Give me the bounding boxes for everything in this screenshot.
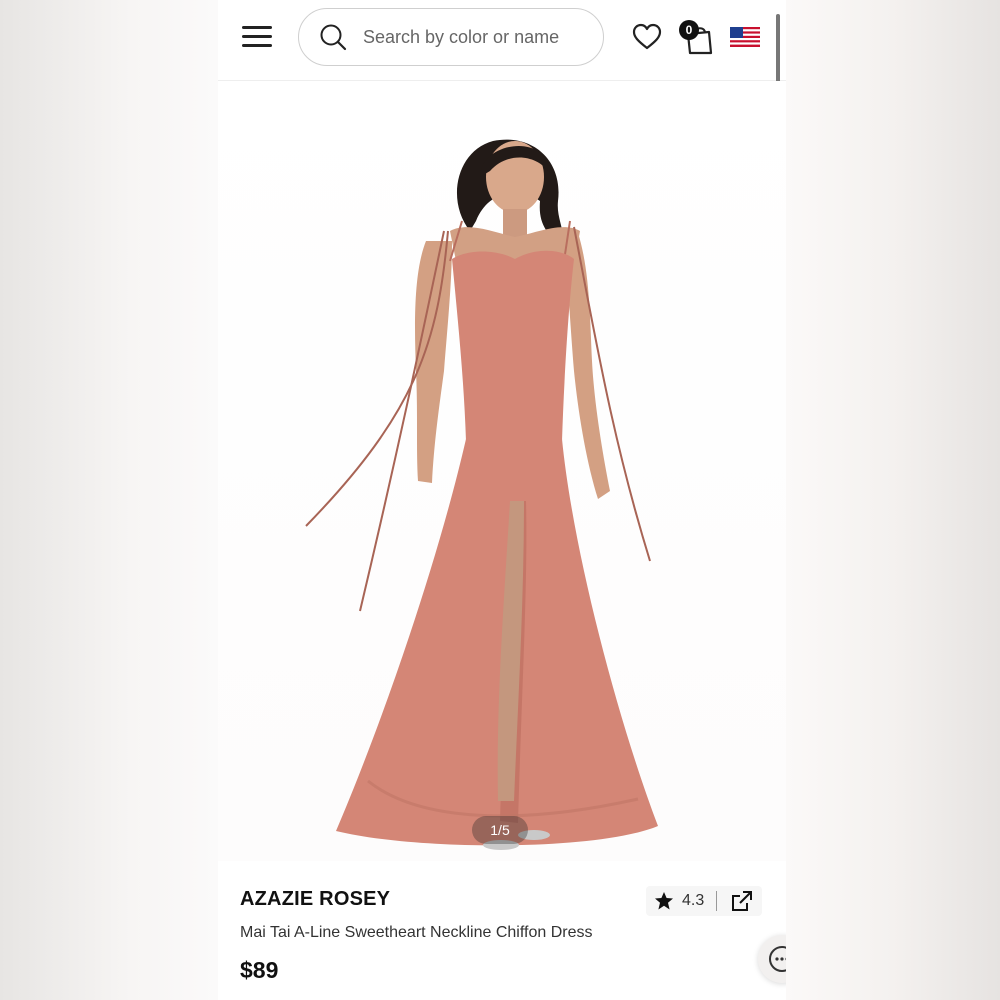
dress-model-image	[305, 139, 658, 850]
image-counter: 1/5	[472, 816, 528, 844]
rating-share-box: 4.3	[646, 886, 762, 916]
search-input[interactable]	[361, 25, 585, 49]
star-icon	[655, 892, 673, 910]
search-icon	[320, 24, 347, 51]
hamburger-menu-icon[interactable]	[242, 24, 272, 50]
shopping-bag-button[interactable]: 0	[679, 20, 715, 56]
background-left	[0, 0, 218, 1000]
bag-count-badge: 0	[679, 20, 699, 40]
us-flag-icon[interactable]	[730, 27, 760, 47]
background-right	[786, 0, 1000, 1000]
phone-screen: 0	[218, 0, 786, 1000]
product-image[interactable]	[218, 81, 786, 861]
wishlist-heart-icon[interactable]	[632, 22, 662, 52]
share-icon[interactable]	[731, 890, 753, 912]
chat-bubble-icon	[769, 946, 786, 972]
divider	[716, 891, 718, 911]
search-bar[interactable]	[298, 8, 604, 66]
product-price: $89	[240, 957, 279, 983]
product-brand: AZAZIE ROSEY	[240, 888, 391, 910]
product-name: Mai Tai A-Line Sweetheart Neckline Chiff…	[240, 924, 593, 941]
top-navigation-bar: 0	[218, 0, 786, 154]
rating-value: 4.3	[682, 892, 705, 909]
chat-support-button[interactable]	[758, 935, 786, 983]
